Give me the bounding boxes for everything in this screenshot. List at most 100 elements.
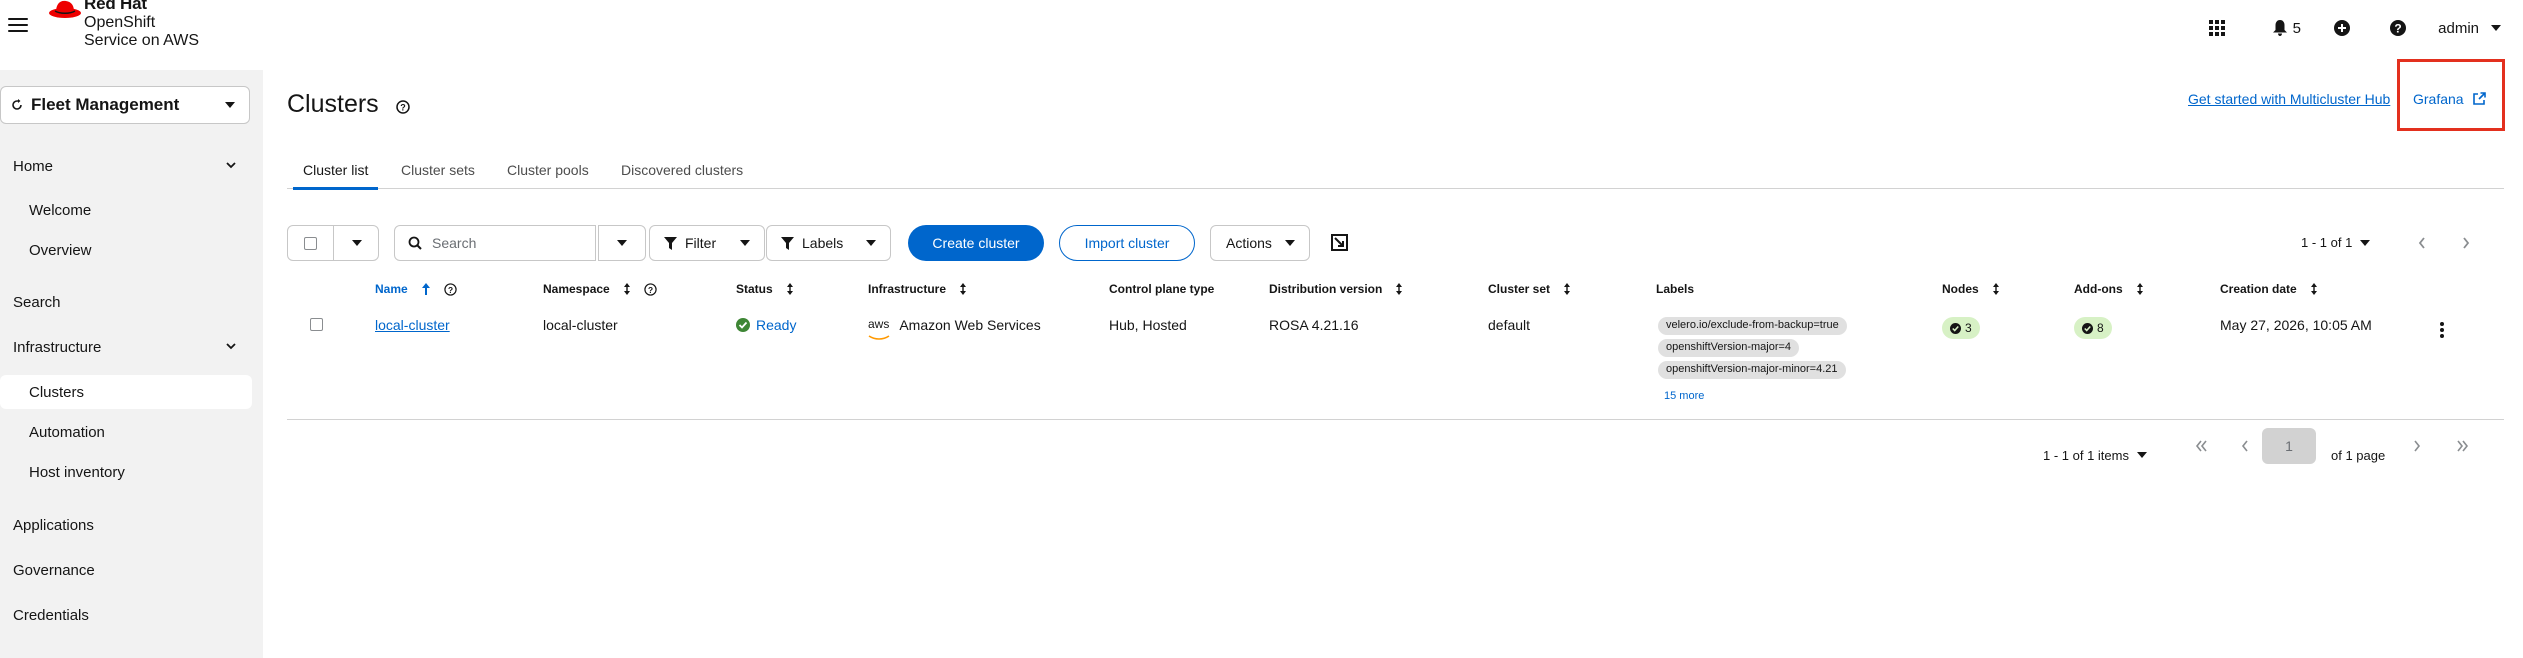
import-cluster-button[interactable]: Import cluster bbox=[1059, 225, 1195, 261]
column-header-cluster-set[interactable]: Cluster set bbox=[1488, 282, 1571, 296]
svg-text:?: ? bbox=[2394, 22, 2401, 36]
grafana-link[interactable]: Grafana bbox=[2413, 91, 2486, 107]
product-name-line2: Service on AWS bbox=[84, 32, 200, 49]
perspective-label: Fleet Management bbox=[31, 95, 180, 114]
label-chip: openshiftVersion-major-minor=4.21 bbox=[1658, 361, 1846, 379]
help-icon[interactable]: ? bbox=[396, 100, 410, 114]
nav-governance[interactable]: Governance bbox=[0, 553, 252, 587]
tab-cluster-list[interactable]: Cluster list bbox=[292, 157, 379, 190]
last-page-icon[interactable] bbox=[2457, 440, 2469, 452]
help-icon[interactable]: ? bbox=[2390, 18, 2406, 38]
column-header-distribution[interactable]: Distribution version bbox=[1269, 282, 1403, 296]
nav-clusters[interactable]: Clusters bbox=[0, 375, 252, 409]
nav-credentials[interactable]: Credentials bbox=[0, 598, 252, 632]
column-header-nodes[interactable]: Nodes bbox=[1942, 282, 1999, 296]
column-label: Status bbox=[736, 282, 773, 296]
sort-icon bbox=[786, 283, 793, 295]
notifications-button[interactable]: 5 bbox=[2272, 18, 2301, 38]
menu-icon[interactable] bbox=[8, 18, 28, 34]
page-title: Clusters bbox=[287, 90, 379, 118]
nav-label: Applications bbox=[13, 516, 94, 534]
caret-down-icon bbox=[1285, 240, 1295, 246]
check-circle-icon bbox=[736, 318, 750, 332]
column-header-labels: Labels bbox=[1656, 282, 1694, 296]
column-header-control-plane: Control plane type bbox=[1109, 282, 1214, 296]
labels-dropdown[interactable]: Labels bbox=[766, 225, 891, 261]
create-cluster-button[interactable]: Create cluster bbox=[908, 225, 1044, 261]
column-header-infrastructure[interactable]: Infrastructure bbox=[868, 282, 967, 296]
multicluster-hub-link[interactable]: Get started with Multicluster Hub bbox=[2188, 91, 2390, 107]
caret-down-icon bbox=[352, 240, 362, 246]
brand-name: Red Hat bbox=[84, 0, 147, 13]
nodes-badge[interactable]: 3 bbox=[1942, 317, 1980, 339]
row-actions-kebab-icon[interactable] bbox=[2440, 322, 2444, 340]
nav-label: Credentials bbox=[13, 606, 89, 624]
column-header-addons[interactable]: Add-ons bbox=[2074, 282, 2143, 296]
tab-cluster-pools[interactable]: Cluster pools bbox=[507, 157, 589, 189]
search-box[interactable] bbox=[394, 225, 596, 261]
column-header-name[interactable]: Name ? bbox=[375, 282, 457, 296]
column-label: Name bbox=[375, 282, 408, 296]
search-input[interactable] bbox=[432, 235, 582, 251]
first-page-icon[interactable] bbox=[2195, 440, 2207, 452]
column-header-creation-date[interactable]: Creation date bbox=[2220, 282, 2317, 296]
creation-date: May 27, 2026, 10:05 AM bbox=[2220, 317, 2372, 333]
column-management-icon[interactable] bbox=[1330, 233, 1350, 253]
column-header-status[interactable]: Status bbox=[736, 282, 793, 296]
sort-icon bbox=[1564, 283, 1571, 295]
nav-applications[interactable]: Applications bbox=[0, 508, 252, 542]
nav-infrastructure[interactable]: Infrastructure bbox=[0, 330, 252, 364]
tab-cluster-sets[interactable]: Cluster sets bbox=[401, 157, 475, 189]
column-label: Infrastructure bbox=[868, 282, 947, 296]
help-icon[interactable]: ? bbox=[644, 282, 657, 296]
nav-label: Governance bbox=[13, 561, 95, 579]
search-options-toggle[interactable] bbox=[598, 225, 646, 261]
caret-down-icon bbox=[2360, 239, 2371, 246]
svg-text:?: ? bbox=[400, 103, 406, 113]
column-label: Control plane type bbox=[1109, 282, 1215, 296]
cluster-name-link[interactable]: local-cluster bbox=[375, 317, 450, 333]
chevron-down-icon bbox=[226, 162, 236, 169]
column-label: Namespace bbox=[543, 282, 610, 296]
cluster-status[interactable]: Ready bbox=[736, 317, 796, 333]
nav-home[interactable]: Home bbox=[0, 149, 252, 183]
addons-badge[interactable]: 8 bbox=[2074, 317, 2112, 339]
app-launcher-icon[interactable] bbox=[2209, 18, 2225, 38]
nav-label: Home bbox=[13, 157, 54, 175]
sort-icon bbox=[2136, 283, 2143, 295]
pagination-top[interactable]: 1 - 1 of 1 bbox=[2301, 235, 2371, 250]
filter-icon bbox=[781, 236, 794, 250]
help-icon[interactable]: ? bbox=[444, 282, 457, 296]
refresh-icon bbox=[12, 99, 22, 110]
bulk-select-checkbox[interactable] bbox=[304, 237, 317, 250]
chevron-right-icon[interactable] bbox=[2462, 237, 2470, 249]
page-number-input[interactable]: 1 bbox=[2262, 428, 2316, 464]
column-label: Nodes bbox=[1942, 282, 1979, 296]
chevron-left-icon[interactable] bbox=[2418, 237, 2426, 249]
tab-discovered-clusters[interactable]: Discovered clusters bbox=[621, 157, 743, 189]
nav-search[interactable]: Search bbox=[0, 285, 252, 319]
next-page-icon[interactable] bbox=[2413, 440, 2421, 452]
actions-dropdown[interactable]: Actions bbox=[1210, 225, 1310, 261]
row-checkbox[interactable] bbox=[310, 318, 323, 331]
caret-down-icon bbox=[2491, 25, 2501, 31]
nav-label: Clusters bbox=[29, 383, 85, 401]
plus-circle-icon[interactable] bbox=[2334, 18, 2350, 38]
nav-overview[interactable]: Overview bbox=[0, 233, 252, 267]
nav-host-inventory[interactable]: Host inventory bbox=[0, 455, 252, 489]
chevron-down-icon bbox=[226, 343, 236, 350]
filter-dropdown[interactable]: Filter bbox=[649, 225, 765, 261]
perspective-switcher[interactable]: Fleet Management bbox=[0, 86, 250, 124]
pagination-bottom-range[interactable]: 1 - 1 of 1 items bbox=[2043, 437, 2147, 473]
grafana-label: Grafana bbox=[2413, 91, 2464, 107]
nodes-count: 3 bbox=[1965, 321, 1972, 335]
user-menu[interactable]: admin bbox=[2438, 18, 2501, 38]
column-label: Distribution version bbox=[1269, 282, 1383, 296]
more-labels-link[interactable]: 15 more bbox=[1664, 390, 1704, 402]
nav-automation[interactable]: Automation bbox=[0, 415, 252, 449]
nav-welcome[interactable]: Welcome bbox=[0, 193, 252, 227]
search-icon bbox=[408, 236, 422, 250]
previous-page-icon[interactable] bbox=[2241, 440, 2249, 452]
column-header-namespace[interactable]: Namespace ? bbox=[543, 282, 657, 296]
bulk-select[interactable] bbox=[287, 225, 379, 261]
